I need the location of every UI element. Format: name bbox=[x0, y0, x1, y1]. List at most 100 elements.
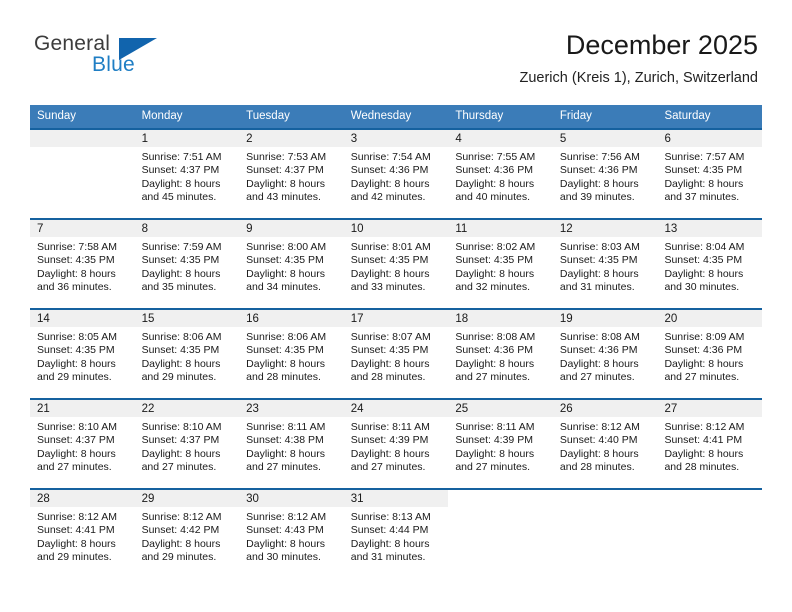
calendar-day-cell[interactable]: 13 Sunrise: 8:04 AM Sunset: 4:35 PM Dayligh… bbox=[657, 220, 763, 308]
day-daylight-line: and 36 minutes. bbox=[37, 281, 112, 294]
day-sunset-line: Sunset: 4:36 PM bbox=[350, 164, 429, 177]
day-sunset-line: Sunset: 4:37 PM bbox=[246, 164, 324, 177]
day-daylight-line: and 28 minutes. bbox=[246, 371, 321, 384]
calendar-day-cell[interactable]: 22 Sunrise: 8:10 AM Sunset: 4:37 PM Dayligh… bbox=[134, 400, 240, 488]
day-sun-info: Sunrise: 8:04 AM Sunset: 4:35 PM Daylight:… bbox=[657, 237, 762, 295]
day-number: 27 bbox=[657, 400, 763, 417]
day-daylight-line: and 29 minutes. bbox=[37, 371, 112, 384]
day-sunrise-line: Sunrise: 8:12 AM bbox=[37, 511, 117, 523]
day-daylight-line: and 29 minutes. bbox=[37, 551, 112, 564]
day-sunrise-line: Sunrise: 7:59 AM bbox=[141, 241, 222, 253]
calendar-day-cell[interactable]: 11 Sunrise: 8:02 AM Sunset: 4:35 PM Dayligh… bbox=[448, 220, 553, 308]
day-sunset-line: Sunset: 4:35 PM bbox=[37, 254, 115, 267]
calendar-day-cell[interactable]: 28 Sunrise: 8:12 AM Sunset: 4:41 PM Dayligh… bbox=[30, 490, 135, 578]
calendar-day-cell-empty bbox=[448, 490, 553, 578]
calendar-page: General Blue December 2025 Zuerich (Krei… bbox=[0, 0, 792, 612]
calendar-day-cell[interactable]: 12 Sunrise: 8:03 AM Sunset: 4:35 PM Dayligh… bbox=[552, 220, 658, 308]
day-sunrise-line: Sunrise: 8:01 AM bbox=[350, 241, 431, 253]
day-daylight-line: and 33 minutes. bbox=[350, 281, 426, 294]
day-number: 24 bbox=[343, 400, 449, 417]
day-sun-info: Sunrise: 8:00 AM Sunset: 4:35 PM Daylight:… bbox=[239, 237, 344, 295]
calendar-day-cell[interactable]: 16 Sunrise: 8:06 AM Sunset: 4:35 PM Dayligh… bbox=[239, 310, 344, 398]
day-number: 20 bbox=[657, 310, 763, 327]
day-daylight-line: Daylight: 8 hours bbox=[455, 357, 535, 370]
page-subtitle: Zuerich (Kreis 1), Zurich, Switzerland bbox=[519, 70, 758, 86]
calendar-day-cell[interactable]: 3 Sunrise: 7:54 AM Sunset: 4:36 PM Daylight… bbox=[343, 130, 449, 218]
calendar-day-cell[interactable]: 31 Sunrise: 8:13 AM Sunset: 4:44 PM Dayligh… bbox=[343, 490, 449, 578]
calendar-day-cell[interactable]: 1 Sunrise: 7:51 AM Sunset: 4:37 PM Daylight… bbox=[134, 130, 240, 218]
weekday-header-monday: Monday bbox=[141, 110, 183, 122]
day-sunset-line: Sunset: 4:36 PM bbox=[455, 164, 533, 177]
day-sun-info: Sunrise: 8:06 AM Sunset: 4:35 PM Daylight:… bbox=[239, 327, 344, 385]
calendar-day-cell[interactable]: 5 Sunrise: 7:56 AM Sunset: 4:36 PM Daylight… bbox=[552, 130, 658, 218]
day-number: 5 bbox=[552, 130, 658, 147]
day-number: 16 bbox=[239, 310, 344, 327]
calendar-day-cell[interactable]: 19 Sunrise: 8:08 AM Sunset: 4:36 PM Dayligh… bbox=[552, 310, 658, 398]
day-daylight-line: Daylight: 8 hours bbox=[350, 537, 430, 550]
day-daylight-line: and 28 minutes. bbox=[664, 461, 740, 474]
day-sun-info: Sunrise: 8:12 AM Sunset: 4:41 PM Daylight:… bbox=[30, 507, 135, 565]
day-daylight-line: and 40 minutes. bbox=[455, 191, 531, 204]
day-daylight-line: and 27 minutes. bbox=[37, 461, 112, 474]
day-sun-info: Sunrise: 7:58 AM Sunset: 4:35 PM Daylight:… bbox=[30, 237, 135, 295]
day-number: 22 bbox=[134, 400, 240, 417]
day-sunset-line: Sunset: 4:36 PM bbox=[455, 344, 533, 357]
day-sun-info: Sunrise: 7:53 AM Sunset: 4:37 PM Daylight:… bbox=[239, 147, 344, 205]
day-daylight-line: and 32 minutes. bbox=[455, 281, 531, 294]
calendar-day-cell[interactable]: 20 Sunrise: 8:09 AM Sunset: 4:36 PM Dayligh… bbox=[657, 310, 763, 398]
day-daylight-line: and 27 minutes. bbox=[246, 461, 321, 474]
calendar-day-cell[interactable]: 8 Sunrise: 7:59 AM Sunset: 4:35 PM Daylight… bbox=[134, 220, 240, 308]
day-daylight-line: Daylight: 8 hours bbox=[141, 357, 221, 370]
day-sunrise-line: Sunrise: 8:03 AM bbox=[559, 241, 640, 253]
calendar-day-cell[interactable]: 23 Sunrise: 8:11 AM Sunset: 4:38 PM Dayligh… bbox=[239, 400, 344, 488]
calendar-day-cell[interactable]: 7 Sunrise: 7:58 AM Sunset: 4:35 PM Daylight… bbox=[30, 220, 135, 308]
calendar-day-cell[interactable]: 6 Sunrise: 7:57 AM Sunset: 4:35 PM Daylight… bbox=[657, 130, 763, 218]
calendar-day-cell[interactable]: 25 Sunrise: 8:11 AM Sunset: 4:39 PM Dayligh… bbox=[448, 400, 553, 488]
calendar-day-cell[interactable]: 17 Sunrise: 8:07 AM Sunset: 4:35 PM Dayligh… bbox=[343, 310, 449, 398]
day-sunrise-line: Sunrise: 8:08 AM bbox=[455, 331, 536, 343]
day-sunrise-line: Sunrise: 8:12 AM bbox=[559, 421, 640, 433]
calendar-day-cell[interactable]: 15 Sunrise: 8:06 AM Sunset: 4:35 PM Dayligh… bbox=[134, 310, 240, 398]
day-sunset-line: Sunset: 4:43 PM bbox=[246, 524, 324, 537]
day-number: 15 bbox=[134, 310, 240, 327]
calendar-day-cell[interactable]: 18 Sunrise: 8:08 AM Sunset: 4:36 PM Dayligh… bbox=[448, 310, 553, 398]
day-number: 21 bbox=[30, 400, 135, 417]
day-number: 17 bbox=[343, 310, 449, 327]
weekday-header-row: Sunday Monday Tuesday Wednesday Thursday Frid… bbox=[30, 105, 762, 128]
calendar-day-cell[interactable]: 21 Sunrise: 8:10 AM Sunset: 4:37 PM Dayligh… bbox=[30, 400, 135, 488]
calendar-day-cell[interactable]: 30 Sunrise: 8:12 AM Sunset: 4:43 PM Dayligh… bbox=[239, 490, 344, 578]
day-sun-info: Sunrise: 8:05 AM Sunset: 4:35 PM Daylight:… bbox=[30, 327, 135, 385]
calendar-week-row: 14 Sunrise: 8:05 AM Sunset: 4:35 PM Dayligh… bbox=[30, 308, 763, 398]
day-daylight-line: and 27 minutes. bbox=[455, 371, 531, 384]
day-number: 18 bbox=[448, 310, 553, 327]
day-daylight-line: and 30 minutes. bbox=[246, 551, 321, 564]
calendar-day-cell[interactable]: 2 Sunrise: 7:53 AM Sunset: 4:37 PM Daylight… bbox=[239, 130, 344, 218]
day-sunrise-line: Sunrise: 8:10 AM bbox=[141, 421, 222, 433]
day-sunset-line: Sunset: 4:35 PM bbox=[246, 254, 324, 267]
day-sunset-line: Sunset: 4:39 PM bbox=[350, 434, 429, 447]
weekday-header-saturday: Saturday bbox=[664, 110, 711, 122]
day-sunrise-line: Sunrise: 8:04 AM bbox=[664, 241, 745, 253]
day-daylight-line: and 28 minutes. bbox=[350, 371, 426, 384]
day-sunrise-line: Sunrise: 8:08 AM bbox=[559, 331, 640, 343]
calendar-day-cell[interactable]: 9 Sunrise: 8:00 AM Sunset: 4:35 PM Daylight… bbox=[239, 220, 344, 308]
day-number bbox=[657, 490, 762, 507]
day-number: 1 bbox=[134, 130, 240, 147]
calendar-day-cell[interactable]: 4 Sunrise: 7:55 AM Sunset: 4:36 PM Daylight… bbox=[448, 130, 553, 218]
day-daylight-line: Daylight: 8 hours bbox=[246, 177, 325, 190]
day-daylight-line: Daylight: 8 hours bbox=[350, 267, 430, 280]
day-daylight-line: Daylight: 8 hours bbox=[664, 357, 744, 370]
day-sun-info: Sunrise: 8:10 AM Sunset: 4:37 PM Daylight:… bbox=[30, 417, 135, 475]
calendar-day-cell[interactable]: 24 Sunrise: 8:11 AM Sunset: 4:39 PM Dayligh… bbox=[343, 400, 449, 488]
day-daylight-line: Daylight: 8 hours bbox=[350, 357, 430, 370]
calendar-day-cell[interactable]: 27 Sunrise: 8:12 AM Sunset: 4:41 PM Dayligh… bbox=[657, 400, 763, 488]
day-daylight-line: and 29 minutes. bbox=[141, 551, 217, 564]
day-daylight-line: Daylight: 8 hours bbox=[559, 357, 639, 370]
calendar-day-cell[interactable]: 10 Sunrise: 8:01 AM Sunset: 4:35 PM Dayligh… bbox=[343, 220, 449, 308]
day-sunset-line: Sunset: 4:40 PM bbox=[559, 434, 638, 447]
calendar-week-row: 1 Sunrise: 7:51 AM Sunset: 4:37 PM Daylight… bbox=[30, 128, 763, 218]
day-sunset-line: Sunset: 4:36 PM bbox=[559, 344, 638, 357]
calendar-day-cell[interactable]: 29 Sunrise: 8:12 AM Sunset: 4:42 PM Dayligh… bbox=[134, 490, 240, 578]
calendar-day-cell[interactable]: 26 Sunrise: 8:12 AM Sunset: 4:40 PM Dayligh… bbox=[552, 400, 658, 488]
calendar-day-cell[interactable]: 14 Sunrise: 8:05 AM Sunset: 4:35 PM Dayligh… bbox=[30, 310, 135, 398]
